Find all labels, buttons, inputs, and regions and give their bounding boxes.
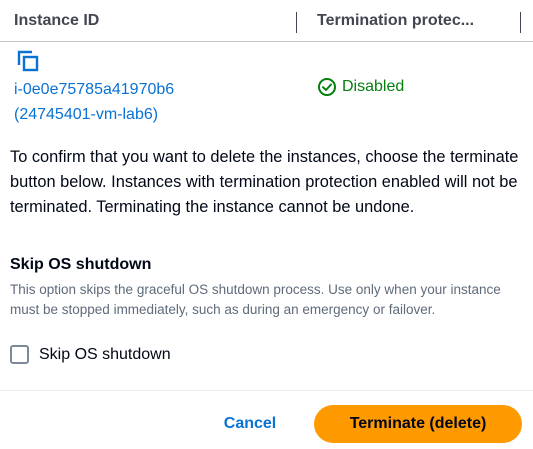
cancel-button[interactable]: Cancel	[212, 405, 288, 443]
footer-divider	[0, 390, 533, 391]
column-header-termination-protection[interactable]: Termination protec...	[317, 12, 497, 30]
copy-icon[interactable]	[17, 50, 39, 72]
terminate-button[interactable]: Terminate (delete)	[314, 405, 522, 443]
instance-name-text[interactable]: (24745401-vm-lab6)	[14, 102, 294, 127]
column-resize-handle[interactable]	[520, 12, 521, 33]
column-header-instance-id[interactable]: Instance ID	[14, 12, 284, 30]
column-resize-handle[interactable]	[296, 12, 297, 33]
skip-os-description: This option skips the graceful OS shutdo…	[10, 282, 501, 317]
skip-os-checkbox-label[interactable]: Skip OS shutdown	[39, 346, 171, 364]
instance-id-link[interactable]: i-0e0e75785a41970b6 (24745401-vm-lab6)	[14, 77, 294, 127]
termination-protection-status: Disabled	[317, 77, 404, 97]
check-circle-icon	[318, 78, 336, 96]
confirm-message: To confirm that you want to delete the i…	[10, 148, 519, 216]
skip-os-checkbox-row[interactable]: Skip OS shutdown	[10, 345, 171, 364]
table-header: Instance ID Termination protec...	[0, 0, 533, 42]
status-label: Disabled	[342, 78, 405, 95]
skip-os-checkbox[interactable]	[10, 345, 29, 364]
skip-os-title: Skip OS shutdown	[10, 256, 152, 273]
instance-id-text[interactable]: i-0e0e75785a41970b6	[14, 77, 294, 102]
